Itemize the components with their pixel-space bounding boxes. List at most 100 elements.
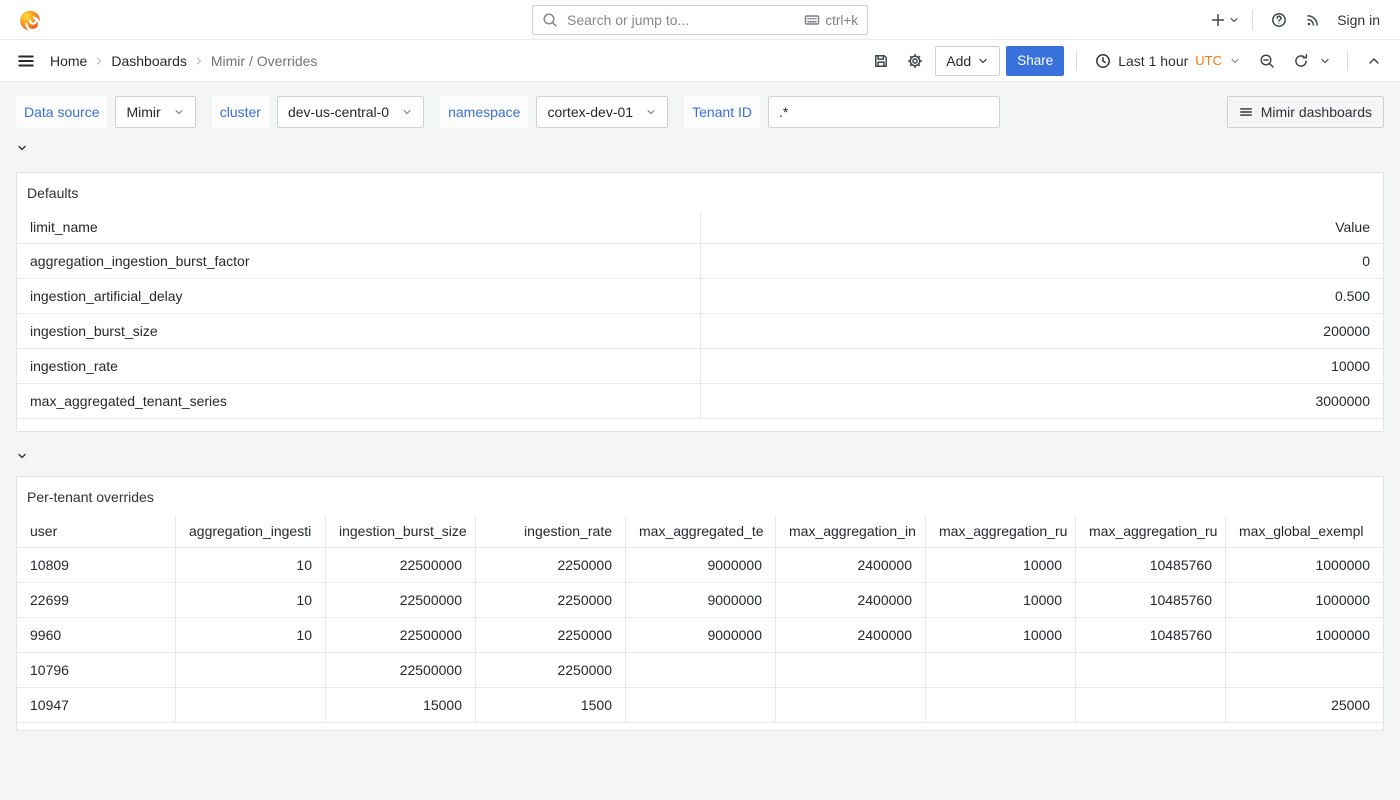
- table-row: 9960102250000022500009000000240000010000…: [17, 618, 1383, 653]
- share-button[interactable]: Share: [1006, 46, 1064, 76]
- table-cell: [1075, 653, 1225, 688]
- dashboard-row-toggle[interactable]: [16, 140, 56, 156]
- timezone-label: UTC: [1195, 53, 1222, 68]
- variable-label: namespace: [440, 96, 528, 128]
- breadcrumb-dashboards[interactable]: Dashboards: [111, 53, 187, 69]
- chevron-down-icon: [16, 142, 28, 154]
- rss-icon: [1305, 12, 1321, 28]
- sign-in-button[interactable]: Sign in: [1333, 12, 1386, 28]
- tenant-id-input[interactable]: [768, 96, 1000, 128]
- table-cell: 2250000: [475, 653, 625, 688]
- table-cell: 10485760: [1075, 618, 1225, 653]
- column-header[interactable]: ingestion_rate: [475, 515, 625, 548]
- table-cell: 10: [175, 548, 325, 583]
- table-cell: 2400000: [775, 618, 925, 653]
- zoom-out-time-button[interactable]: [1253, 47, 1281, 75]
- refresh-icon: [1293, 53, 1309, 69]
- column-header[interactable]: max_aggregation_ru: [925, 515, 1075, 548]
- news-button[interactable]: [1299, 6, 1327, 34]
- namespace-select[interactable]: cortex-dev-01: [536, 96, 668, 128]
- add-panel-label: Add: [946, 53, 971, 69]
- chevron-up-icon: [1366, 53, 1382, 69]
- table-cell: max_aggregated_tenant_series: [17, 384, 700, 419]
- time-range-label: Last 1 hour: [1118, 53, 1188, 69]
- table-cell: 10000: [925, 548, 1075, 583]
- table-cell: [775, 653, 925, 688]
- variable-datasource: Data source Mimir: [16, 96, 196, 128]
- table-row: max_aggregated_tenant_series3000000: [17, 384, 1383, 419]
- table-cell: 15000: [325, 688, 475, 723]
- refresh-button[interactable]: [1287, 47, 1315, 75]
- column-header[interactable]: max_aggregation_ru: [1075, 515, 1225, 548]
- grafana-logo[interactable]: [14, 4, 46, 36]
- table-header-row: limit_nameValue: [17, 211, 1383, 244]
- column-header[interactable]: ingestion_burst_size: [325, 515, 475, 548]
- breadcrumb-home[interactable]: Home: [50, 53, 87, 69]
- time-range-picker[interactable]: Last 1 hour UTC: [1089, 46, 1247, 76]
- variable-tenant-id: Tenant ID: [684, 96, 1000, 128]
- table-row: 1094715000150025000: [17, 688, 1383, 723]
- gear-icon: [907, 53, 923, 69]
- search-input[interactable]: ctrl+k: [532, 5, 868, 35]
- table-cell: 9000000: [625, 548, 775, 583]
- menu-icon: [1239, 105, 1253, 119]
- table-row: ingestion_burst_size200000: [17, 314, 1383, 349]
- search-field[interactable]: [565, 11, 797, 29]
- search-shortcut-label: ctrl+k: [825, 13, 858, 28]
- panel-title[interactable]: Per-tenant overrides: [17, 477, 1383, 515]
- chevron-down-icon: [977, 55, 989, 67]
- topnav-actions: Sign in: [1210, 6, 1386, 34]
- save-dashboard-button[interactable]: [867, 47, 895, 75]
- table-cell: 3000000: [700, 384, 1383, 419]
- table-cell: 9000000: [625, 583, 775, 618]
- column-header[interactable]: max_global_exempl: [1225, 515, 1383, 548]
- table-cell: 2250000: [475, 618, 625, 653]
- panel-title[interactable]: Defaults: [17, 173, 1383, 211]
- variable-cluster: cluster dev-us-central-0: [212, 96, 424, 128]
- dashboard-settings-button[interactable]: [901, 47, 929, 75]
- variables-bar: Data source Mimir cluster dev-us-central…: [0, 82, 1400, 128]
- column-header[interactable]: limit_name: [17, 211, 700, 244]
- new-menu-button[interactable]: [1210, 6, 1240, 34]
- table-cell: 22500000: [325, 583, 475, 618]
- keyboard-icon: [804, 12, 820, 28]
- column-header[interactable]: user: [17, 515, 175, 548]
- top-navbar: ctrl+k Sign in: [0, 0, 1400, 40]
- help-circle-icon: [1271, 12, 1287, 28]
- cluster-select[interactable]: dev-us-central-0: [277, 96, 424, 128]
- defaults-table: limit_nameValueaggregation_ingestion_bur…: [17, 211, 1383, 419]
- grafana-logo-icon: [17, 7, 43, 33]
- datasource-value: Mimir: [126, 104, 160, 120]
- table-cell: 1500: [475, 688, 625, 723]
- chevron-down-icon: [16, 450, 28, 462]
- table-cell: aggregation_ingestion_burst_factor: [17, 244, 700, 279]
- refresh-interval-button[interactable]: [1315, 47, 1335, 75]
- datasource-select[interactable]: Mimir: [115, 96, 195, 128]
- column-header[interactable]: max_aggregation_in: [775, 515, 925, 548]
- table-cell: 2400000: [775, 548, 925, 583]
- chevron-down-icon: [1229, 55, 1241, 67]
- dashboard-row-toggle[interactable]: [16, 448, 56, 464]
- table-cell: 10: [175, 583, 325, 618]
- variable-label: cluster: [212, 96, 269, 128]
- table-row: 10796225000002250000: [17, 653, 1383, 688]
- column-header[interactable]: aggregation_ingesti: [175, 515, 325, 548]
- breadcrumb-current: Mimir / Overrides: [211, 53, 318, 69]
- divider: [1252, 10, 1253, 30]
- clock-icon: [1095, 53, 1111, 69]
- add-panel-button[interactable]: Add: [935, 46, 1000, 76]
- table-cell: [925, 653, 1075, 688]
- table-cell: 10000: [925, 618, 1075, 653]
- table-cell: 10: [175, 618, 325, 653]
- table-cell: ingestion_artificial_delay: [17, 279, 700, 314]
- column-header[interactable]: max_aggregated_te: [625, 515, 775, 548]
- table-cell: 1000000: [1225, 548, 1383, 583]
- mega-menu-toggle[interactable]: [12, 47, 40, 75]
- table-cell: 10485760: [1075, 548, 1225, 583]
- collapse-topbar-button[interactable]: [1360, 47, 1388, 75]
- mimir-dashboards-button[interactable]: Mimir dashboards: [1227, 96, 1384, 128]
- table-cell: 0: [700, 244, 1383, 279]
- table-cell: 25000: [1225, 688, 1383, 723]
- help-button[interactable]: [1265, 6, 1293, 34]
- column-header[interactable]: Value: [700, 211, 1383, 244]
